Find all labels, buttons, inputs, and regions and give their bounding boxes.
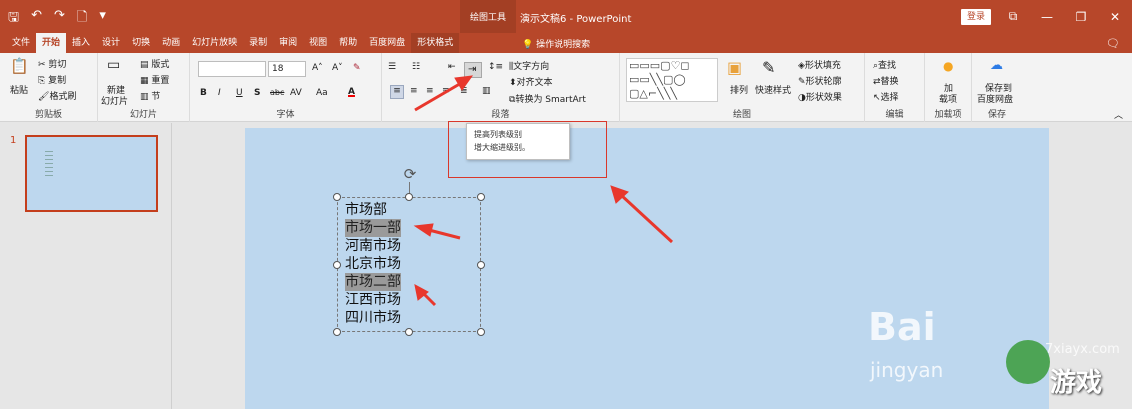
arrow-head-indent [454, 75, 474, 91]
watermark-baidu: Bai [868, 305, 936, 349]
watermark-jingyan: jingyan [870, 358, 944, 382]
arrow-to-tooltip [619, 193, 674, 244]
watermark-brand: 游戏 [1050, 368, 1103, 398]
arrow-head-line-2 [413, 223, 434, 237]
arrow-to-indent-button [414, 80, 464, 112]
watermark-logo-icon [1006, 340, 1050, 384]
annotation-arrows [413, 75, 674, 307]
watermark-site: 7xiayx.com [1045, 342, 1120, 357]
